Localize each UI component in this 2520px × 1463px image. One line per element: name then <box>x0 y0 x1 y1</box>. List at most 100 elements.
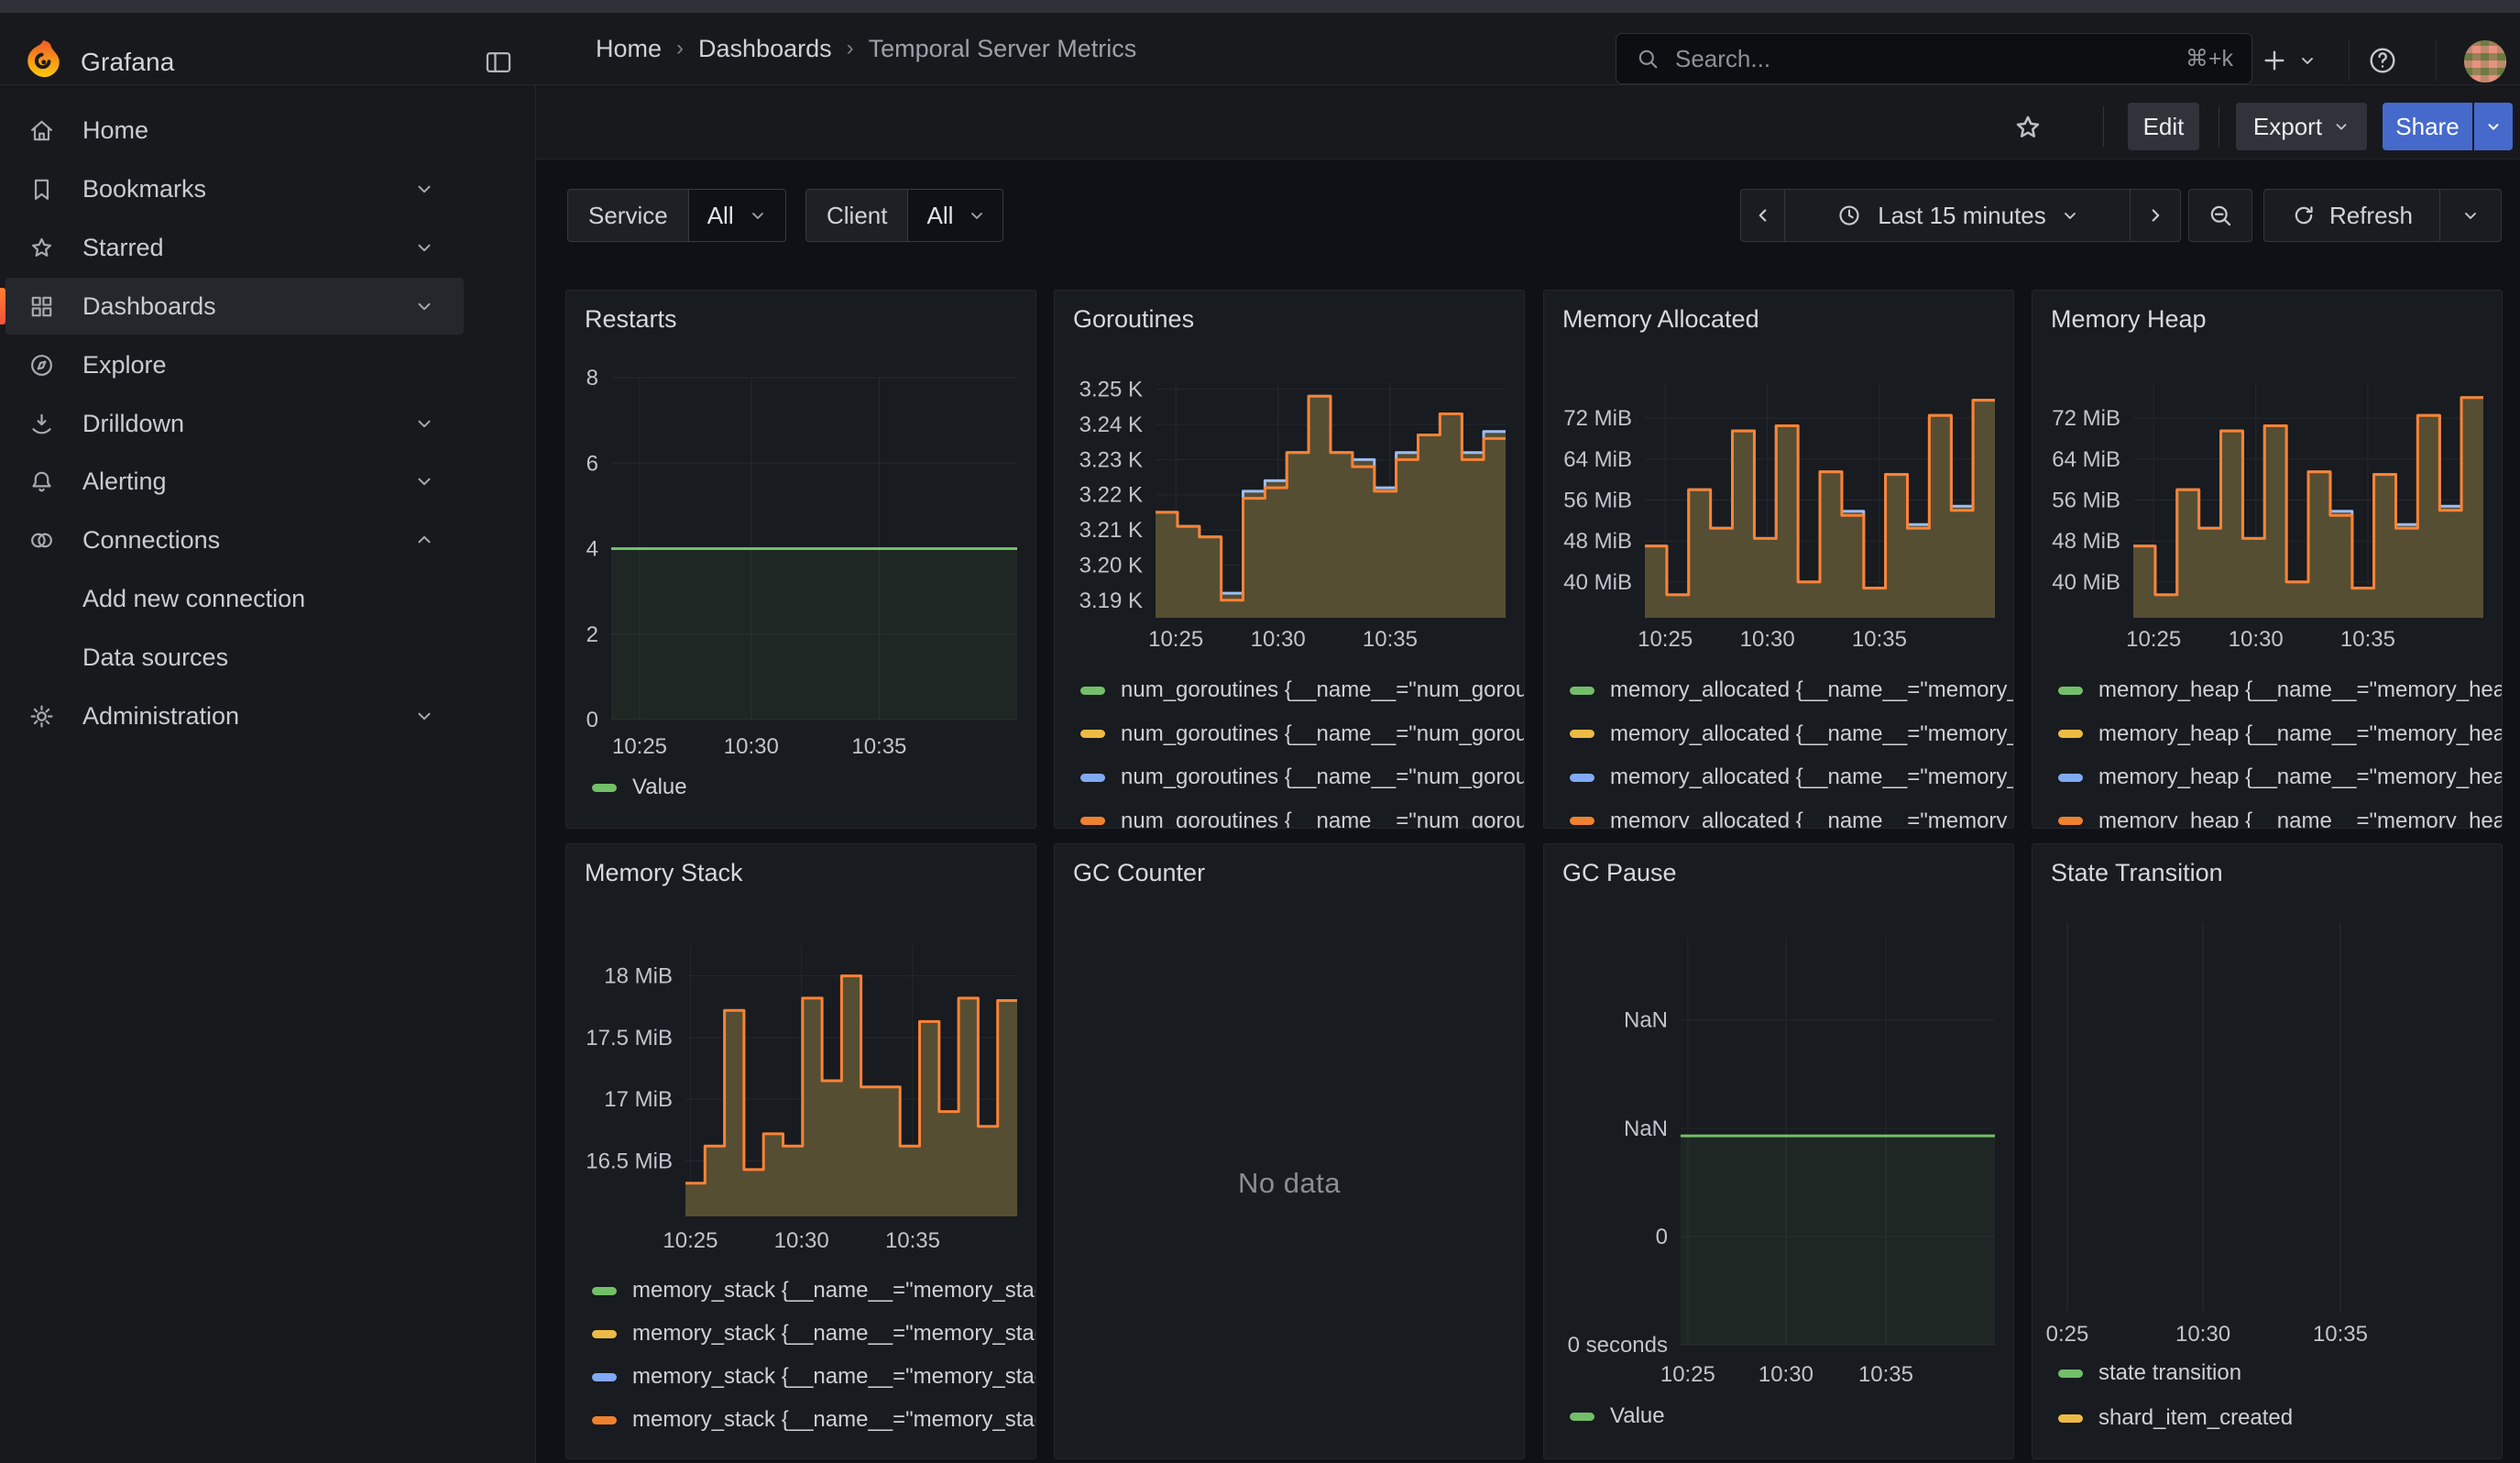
legend-item[interactable]: memory_heap {__name__="memory_heap"} <box>2058 764 2502 790</box>
legend-label: memory_heap {__name__="memory_heap"} <box>2098 764 2502 790</box>
edit-button[interactable]: Edit <box>2128 103 2199 150</box>
help-button[interactable] <box>2366 40 2399 81</box>
search-box[interactable]: ⌘+k <box>1616 33 2252 84</box>
legend-label: memory_allocated {__name__="memory_alloc… <box>1610 764 2013 790</box>
filter-service: Service All <box>567 189 786 242</box>
svg-text:0:25: 0:25 <box>2046 1322 2089 1347</box>
chevron-down-icon <box>414 706 434 726</box>
export-button[interactable]: Export <box>2236 103 2367 150</box>
svg-text:10:30: 10:30 <box>724 734 779 759</box>
sidebar-item-alerting[interactable]: Alerting <box>5 453 464 510</box>
refresh-button[interactable]: Refresh <box>2264 190 2439 241</box>
grid-icon <box>27 292 56 321</box>
add-button[interactable] <box>2260 40 2317 81</box>
chevron-down-icon <box>414 296 434 316</box>
share-button[interactable]: Share <box>2383 103 2472 150</box>
svg-text:10:30: 10:30 <box>2175 1322 2230 1347</box>
legend-item[interactable]: memory_heap {__name__="memory_heap"} <box>2058 721 2502 747</box>
chevron-down-icon <box>414 471 434 491</box>
compass-icon <box>27 351 56 380</box>
svg-text:10:30: 10:30 <box>1740 627 1795 652</box>
sidebar-item-label: Starred <box>82 234 164 262</box>
legend-item[interactable]: Value <box>1570 1403 2013 1429</box>
legend-item[interactable]: memory_allocated {__name__="memory_alloc… <box>1570 808 2013 830</box>
home-icon <box>27 116 56 145</box>
legend-item[interactable]: memory_allocated {__name__="memory_alloc… <box>1570 721 2013 747</box>
legend-label: memory_stack {__name__="memory_stack"} <box>632 1278 1035 1304</box>
svg-text:17.5 MiB: 17.5 MiB <box>586 1026 673 1050</box>
sidebar-item-dashboards[interactable]: Dashboards <box>5 278 464 335</box>
zoom-out-button[interactable] <box>2188 189 2252 242</box>
svg-text:10:35: 10:35 <box>885 1228 940 1253</box>
sidebar-toggle-icon[interactable] <box>480 46 517 79</box>
sidebar-item-data-sources[interactable]: Data sources <box>5 629 464 686</box>
legend-item[interactable]: shard_item_created <box>2058 1405 2502 1431</box>
svg-text:NaN: NaN <box>1624 1008 1668 1033</box>
refresh-controls: Refresh <box>2263 189 2502 242</box>
help-icon <box>2366 44 2399 77</box>
refresh-icon <box>2291 203 2317 228</box>
sidebar-item-label: Drilldown <box>82 410 184 438</box>
legend-item[interactable]: state transition <box>2058 1360 2502 1386</box>
sidebar-item-explore[interactable]: Explore <box>5 336 464 393</box>
legend-item[interactable]: memory_stack {__name__="memory_stack"} <box>592 1407 1035 1433</box>
svg-text:10:35: 10:35 <box>2340 627 2395 652</box>
sidebar-item-administration[interactable]: Administration <box>5 688 464 744</box>
legend-label: Value <box>1610 1403 1665 1429</box>
chevron-down-icon <box>414 413 434 434</box>
refresh-interval-button[interactable] <box>2439 190 2501 241</box>
legend-item[interactable]: memory_stack {__name__="memory_stack"} <box>592 1364 1035 1390</box>
favorite-star-icon[interactable] <box>2010 109 2046 146</box>
breadcrumb-dashboards[interactable]: Dashboards <box>698 35 832 63</box>
filter-client-value[interactable]: All <box>908 190 1004 241</box>
legend-label: memory_allocated {__name__="memory_alloc… <box>1610 808 2013 830</box>
svg-text:2: 2 <box>586 622 598 647</box>
breadcrumb-home[interactable]: Home <box>596 35 662 63</box>
sidebar-item-label: Add new connection <box>82 585 305 613</box>
legend-item[interactable]: memory_heap {__name__="memory_heap"} <box>2058 677 2502 703</box>
svg-text:3.21 K: 3.21 K <box>1079 518 1143 543</box>
breadcrumb: Home › Dashboards › Temporal Server Metr… <box>596 13 1136 84</box>
legend-swatch <box>592 1373 617 1381</box>
legend-swatch <box>1570 730 1594 738</box>
panel-goroutines: Goroutines3.19 K3.20 K3.21 K3.22 K3.23 K… <box>1054 290 1525 829</box>
legend-item[interactable]: memory_allocated {__name__="memory_alloc… <box>1570 677 2013 703</box>
chevron-down-icon <box>2061 206 2079 225</box>
svg-text:10:35: 10:35 <box>851 734 906 759</box>
time-range-picker[interactable]: Last 15 minutes <box>1784 190 2130 241</box>
search-icon <box>1635 46 1660 72</box>
legend-item[interactable]: num_goroutines {__name__="num_goroutines… <box>1080 764 1524 790</box>
sidebar-item-connections[interactable]: Connections <box>5 512 464 568</box>
avatar[interactable] <box>2464 40 2506 82</box>
header-divider <box>2436 40 2437 81</box>
sidebar-item-home[interactable]: Home <box>5 102 464 159</box>
svg-text:56 MiB: 56 MiB <box>1563 489 1632 513</box>
gear-icon <box>27 702 56 731</box>
sidebar-item-add-new-connection[interactable]: Add new connection <box>5 570 464 627</box>
sidebar-item-starred[interactable]: Starred <box>5 219 464 276</box>
legend-item[interactable]: memory_stack {__name__="memory_stack"} <box>592 1321 1035 1347</box>
legend-swatch <box>1080 687 1105 695</box>
legend-item[interactable]: num_goroutines {__name__="num_goroutines… <box>1080 808 1524 830</box>
legend-item[interactable]: memory_allocated {__name__="memory_alloc… <box>1570 764 2013 790</box>
legend-item[interactable]: memory_stack {__name__="memory_stack"} <box>592 1278 1035 1304</box>
legend-swatch <box>592 1287 617 1295</box>
search-input[interactable] <box>1673 44 2186 74</box>
filter-service-value[interactable]: All <box>689 190 785 241</box>
panel-gc-pause: GC Pause0 seconds0NaNNaN10:2510:3010:35V… <box>1543 843 2014 1459</box>
legend-item[interactable]: num_goroutines {__name__="num_goroutines… <box>1080 677 1524 703</box>
legend-label: state transition <box>2098 1360 2241 1386</box>
legend-item[interactable]: memory_heap {__name__="memory_heap"} <box>2058 808 2502 830</box>
time-back-button[interactable] <box>1741 190 1784 241</box>
legend-label: memory_allocated {__name__="memory_alloc… <box>1610 677 2013 703</box>
panel-title[interactable]: GC Counter <box>1073 859 1205 887</box>
legend-item[interactable]: Value <box>592 775 1035 800</box>
time-forward-button[interactable] <box>2130 190 2180 241</box>
grafana-logo-icon <box>22 38 64 81</box>
sidebar-item-bookmarks[interactable]: Bookmarks <box>5 160 464 217</box>
sidebar-item-drilldown[interactable]: Drilldown <box>5 395 464 452</box>
legend-item[interactable]: num_goroutines {__name__="num_goroutines… <box>1080 721 1524 747</box>
svg-text:48 MiB: 48 MiB <box>2052 529 2120 554</box>
share-dropdown-button[interactable] <box>2474 103 2513 150</box>
sidebar-item-label: Bookmarks <box>82 175 206 204</box>
